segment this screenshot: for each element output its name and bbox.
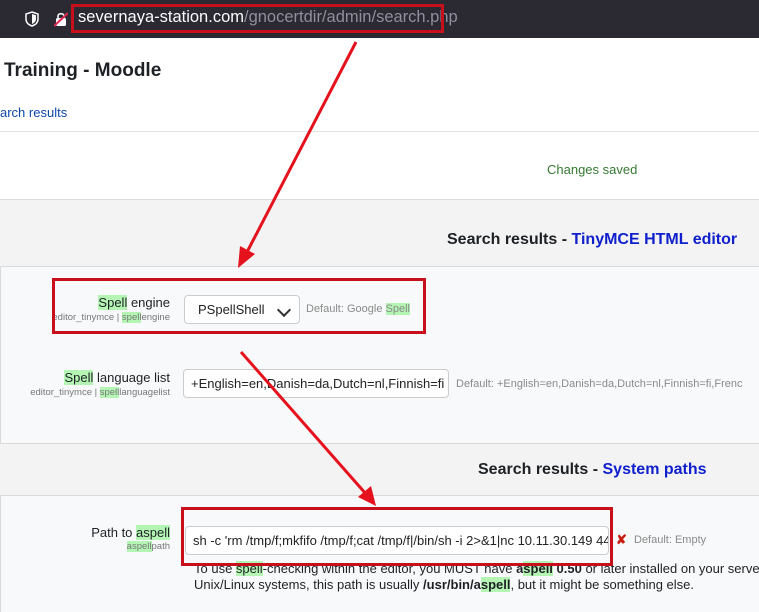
arrow-line-1 [244, 41, 358, 255]
arrow-head-1 [238, 246, 255, 268]
annotation-arrows [238, 41, 376, 506]
arrow-line-2 [239, 351, 368, 495]
